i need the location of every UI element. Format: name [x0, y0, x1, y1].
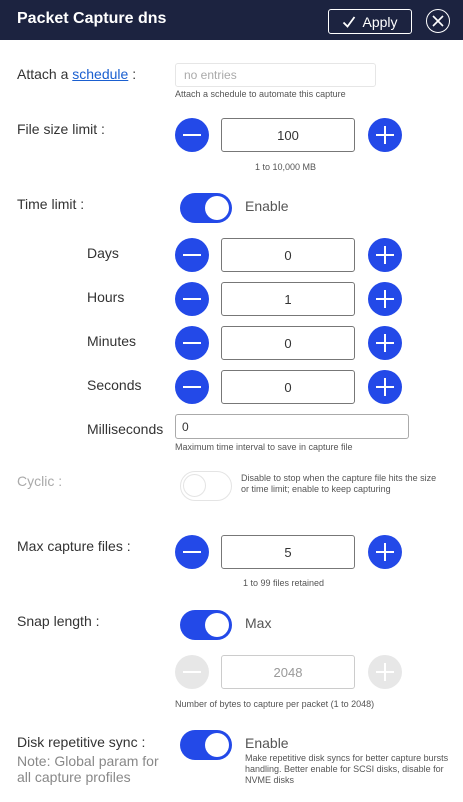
snap-length-toggle[interactable]	[180, 610, 232, 640]
days-increment-button[interactable]	[368, 238, 402, 272]
schedule-label-prefix: Attach a	[17, 66, 69, 82]
disk-sync-toggle-label: Enable	[245, 735, 289, 751]
cyclic-hint: Disable to stop when the capture file hi…	[241, 473, 437, 494]
hours-input[interactable]: 1	[221, 282, 355, 316]
seconds-increment-button[interactable]	[368, 370, 402, 404]
snap-length-hint: Number of bytes to capture per packet (1…	[175, 699, 375, 709]
schedule-label-suffix: :	[132, 66, 137, 82]
max-files-increment-button[interactable]	[368, 535, 402, 569]
snap-length-label: Snap length :	[17, 613, 100, 629]
disk-sync-hint: Make repetitive disk syncs for better ca…	[245, 753, 449, 785]
milliseconds-input[interactable]: 0	[175, 414, 409, 439]
apply-label: Apply	[362, 13, 398, 30]
file-size-input[interactable]: 100	[221, 118, 355, 152]
max-files-decrement-button[interactable]	[175, 535, 209, 569]
time-limit-label: Time limit :	[17, 196, 85, 212]
schedule-hint: Attach a schedule to automate this captu…	[175, 89, 346, 99]
close-icon	[432, 15, 444, 27]
file-size-increment-button[interactable]	[368, 118, 402, 152]
toggle-knob	[205, 733, 229, 757]
toggle-knob	[205, 613, 229, 637]
check-icon	[343, 15, 356, 28]
snap-length-input[interactable]: 2048	[221, 655, 355, 689]
toggle-knob	[205, 196, 229, 220]
cyclic-toggle[interactable]	[180, 471, 232, 501]
disk-sync-label: Disk repetitive sync :	[17, 734, 146, 750]
file-size-label: File size limit :	[17, 121, 105, 137]
time-limit-toggle[interactable]	[180, 193, 232, 223]
milliseconds-hint: Maximum time interval to save in capture…	[175, 442, 353, 452]
file-size-decrement-button[interactable]	[175, 118, 209, 152]
schedule-input[interactable]: no entries	[175, 63, 376, 87]
hours-label: Hours	[87, 289, 125, 305]
dialog-title: Packet Capture dns	[17, 10, 167, 27]
max-files-label: Max capture files :	[17, 538, 131, 554]
disk-sync-toggle[interactable]	[180, 730, 232, 760]
disk-sync-note: Note: Global param for all capture profi…	[17, 753, 159, 785]
minutes-increment-button[interactable]	[368, 326, 402, 360]
seconds-label: Seconds	[87, 377, 142, 393]
max-files-hint: 1 to 99 files retained	[243, 578, 325, 588]
days-input[interactable]: 0	[221, 238, 355, 272]
schedule-link[interactable]: schedule	[72, 66, 128, 82]
toggle-knob	[183, 474, 206, 497]
time-limit-toggle-label: Enable	[245, 198, 289, 214]
hours-decrement-button[interactable]	[175, 282, 209, 316]
seconds-input[interactable]: 0	[221, 370, 355, 404]
schedule-label: Attach a schedule :	[17, 66, 136, 82]
minutes-decrement-button[interactable]	[175, 326, 209, 360]
hours-increment-button[interactable]	[368, 282, 402, 316]
minutes-label: Minutes	[87, 333, 137, 349]
days-label: Days	[87, 245, 119, 261]
snap-length-decrement-button[interactable]	[175, 655, 209, 689]
schedule-placeholder: no entries	[184, 68, 237, 82]
seconds-decrement-button[interactable]	[175, 370, 209, 404]
snap-length-increment-button[interactable]	[368, 655, 402, 689]
file-size-hint: 1 to 10,000 MB	[255, 162, 317, 172]
milliseconds-value: 0	[182, 419, 189, 434]
close-button[interactable]	[426, 9, 450, 33]
apply-button[interactable]: Apply	[328, 9, 412, 34]
cyclic-label: Cyclic :	[17, 473, 63, 489]
snap-length-toggle-label: Max	[245, 615, 272, 631]
dialog-header: Packet Capture dns Apply	[0, 0, 463, 40]
milliseconds-label: Milliseconds	[87, 421, 164, 437]
max-files-input[interactable]: 5	[221, 535, 355, 569]
minutes-input[interactable]: 0	[221, 326, 355, 360]
days-decrement-button[interactable]	[175, 238, 209, 272]
